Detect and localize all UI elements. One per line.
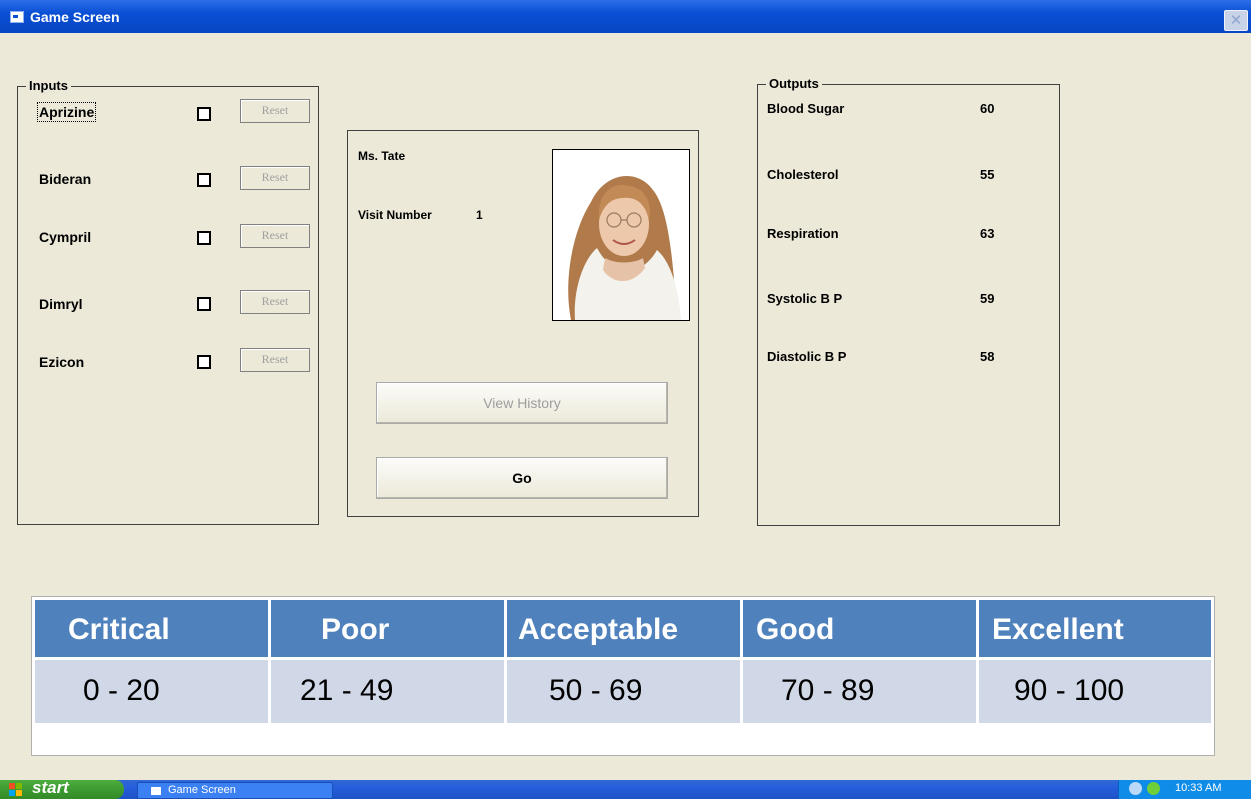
reset-button-aprizine[interactable]: Reset bbox=[240, 99, 310, 123]
reset-button-ezicon[interactable]: Reset bbox=[240, 348, 310, 372]
drug-checkbox-ezicon[interactable] bbox=[197, 355, 211, 369]
drug-checkbox-aprizine[interactable] bbox=[197, 107, 211, 121]
rating-range-poor: 21 - 49 bbox=[271, 660, 504, 723]
tray-network-icon[interactable] bbox=[1147, 782, 1160, 795]
visit-number-value: 1 bbox=[476, 208, 483, 222]
drug-label-cympril: Cympril bbox=[39, 229, 92, 245]
drug-checkbox-dimryl[interactable] bbox=[197, 297, 211, 311]
output-label-systolic-bp: Systolic B P bbox=[767, 291, 843, 306]
window-title: Game Screen bbox=[30, 9, 120, 25]
go-label: Go bbox=[512, 470, 532, 486]
app-icon bbox=[10, 11, 24, 23]
visit-number-label: Visit Number bbox=[358, 208, 432, 222]
output-label-respiration: Respiration bbox=[767, 226, 839, 241]
outputs-group-label: Outputs bbox=[766, 76, 822, 91]
go-button[interactable]: Go bbox=[376, 457, 668, 499]
title-bar: Game Screen ✕ bbox=[0, 0, 1251, 33]
view-history-button[interactable]: View History bbox=[376, 382, 668, 424]
output-label-diastolic-bp: Diastolic B P bbox=[767, 349, 847, 364]
rating-header-good: Good bbox=[743, 600, 976, 657]
drug-label-dimryl: Dimryl bbox=[39, 296, 83, 312]
clock[interactable]: 10:33 AM bbox=[1175, 782, 1221, 794]
rating-header-poor: Poor bbox=[271, 600, 504, 657]
system-tray: 10:33 AM bbox=[1118, 780, 1251, 799]
reset-button-bideran[interactable]: Reset bbox=[240, 166, 310, 190]
output-label-blood-sugar: Blood Sugar bbox=[767, 101, 845, 116]
rating-header-excellent: Excellent bbox=[979, 600, 1211, 657]
drug-label-bideran: Bideran bbox=[39, 171, 92, 187]
drug-checkbox-cympril[interactable] bbox=[197, 231, 211, 245]
output-value-systolic-bp: 59 bbox=[980, 291, 995, 306]
reset-button-cympril[interactable]: Reset bbox=[240, 224, 310, 248]
drug-label-ezicon: Ezicon bbox=[39, 354, 85, 370]
patient-name: Ms. Tate bbox=[358, 149, 406, 163]
taskbar-item-game-screen[interactable]: Game Screen bbox=[137, 782, 333, 799]
close-button[interactable]: ✕ bbox=[1224, 10, 1248, 31]
drug-label-aprizine: Aprizine bbox=[36, 102, 97, 122]
start-button[interactable]: start bbox=[0, 778, 124, 799]
rating-range-good: 70 - 89 bbox=[743, 660, 976, 723]
output-label-cholesterol: Cholesterol bbox=[767, 167, 839, 182]
windows-logo-icon bbox=[9, 783, 22, 796]
start-label: start bbox=[32, 778, 69, 797]
drug-checkbox-bideran[interactable] bbox=[197, 173, 211, 187]
inputs-group-label: Inputs bbox=[26, 78, 71, 93]
app-window-icon bbox=[151, 787, 161, 795]
close-icon: ✕ bbox=[1229, 12, 1243, 29]
patient-portrait-image bbox=[553, 150, 689, 320]
rating-scale-table: Critical Poor Acceptable Good Excellent … bbox=[31, 596, 1215, 756]
rating-range-excellent: 90 - 100 bbox=[979, 660, 1211, 723]
output-value-cholesterol: 55 bbox=[980, 167, 995, 182]
rating-header-critical: Critical bbox=[35, 600, 268, 657]
reset-button-dimryl[interactable]: Reset bbox=[240, 290, 310, 314]
rating-header-acceptable: Acceptable bbox=[507, 600, 740, 657]
taskbar: start Game Screen 10:33 AM bbox=[0, 778, 1251, 799]
tray-arrow-icon[interactable] bbox=[1129, 782, 1142, 795]
rating-range-acceptable: 50 - 69 bbox=[507, 660, 740, 723]
rating-range-critical: 0 - 20 bbox=[35, 660, 268, 723]
output-value-diastolic-bp: 58 bbox=[980, 349, 995, 364]
patient-photo bbox=[552, 149, 690, 321]
output-value-respiration: 63 bbox=[980, 226, 995, 241]
view-history-label: View History bbox=[483, 395, 561, 411]
output-value-blood-sugar: 60 bbox=[980, 101, 995, 116]
taskbar-item-label: Game Screen bbox=[168, 784, 236, 796]
